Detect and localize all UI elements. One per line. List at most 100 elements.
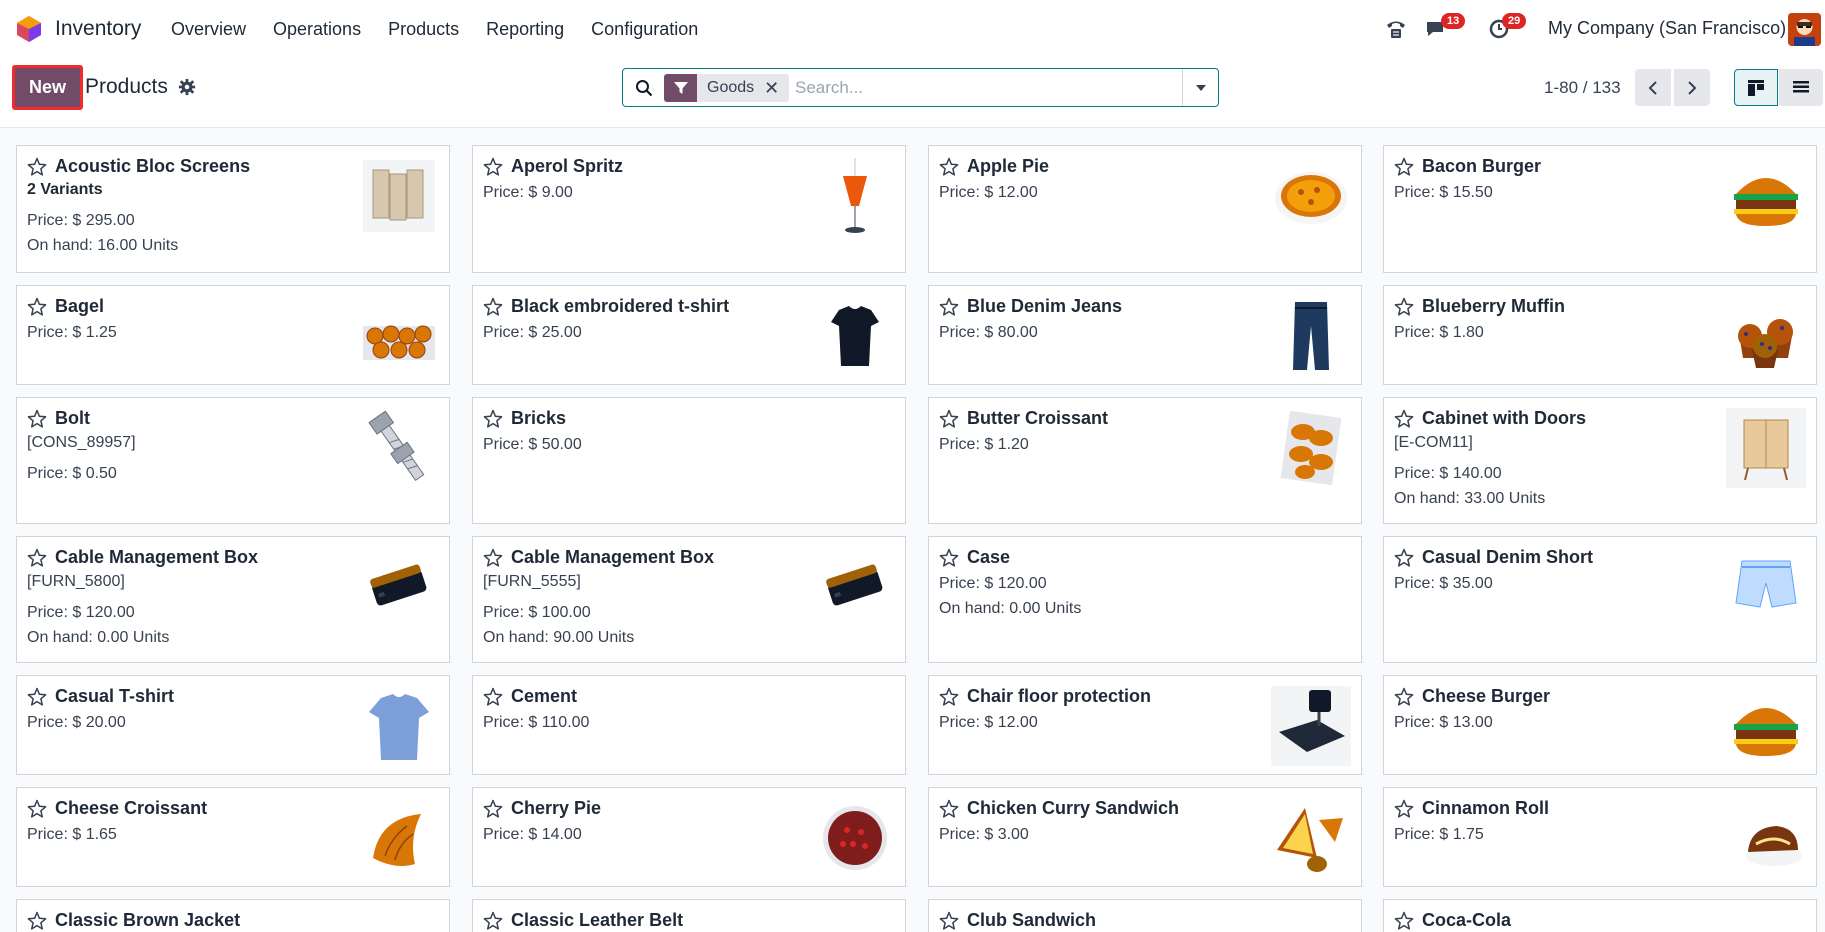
product-card[interactable]: Chicken Curry Sandwich Price: $ 3.00 xyxy=(928,787,1362,887)
favorite-star-icon[interactable] xyxy=(483,409,503,429)
list-icon xyxy=(1793,80,1809,92)
search-facet: Goods ✕ xyxy=(664,74,790,102)
favorite-star-icon[interactable] xyxy=(27,687,47,707)
user-avatar[interactable] xyxy=(1788,13,1821,46)
app-name[interactable]: Inventory xyxy=(55,17,141,41)
product-card[interactable]: Blue Denim Jeans Price: $ 80.00 xyxy=(928,285,1362,385)
favorite-star-icon[interactable] xyxy=(939,911,959,931)
product-image xyxy=(370,564,427,606)
product-card[interactable]: Cable Management Box [FURN_5800] Price: $ … xyxy=(16,536,450,663)
product-card[interactable]: Club Sandwich xyxy=(928,899,1362,932)
product-card[interactable]: Casual T-shirt Price: $ 20.00 xyxy=(16,675,450,775)
product-name: Blue Denim Jeans xyxy=(967,296,1123,316)
favorite-star-icon[interactable] xyxy=(483,157,503,177)
product-card[interactable]: Casual Denim Short Price: $ 35.00 xyxy=(1383,536,1817,663)
product-card[interactable]: Classic Brown Jacket xyxy=(16,899,450,932)
favorite-star-icon[interactable] xyxy=(483,297,503,317)
main-menu: Overview Operations Products Reporting C… xyxy=(171,19,725,40)
menu-reporting[interactable]: Reporting xyxy=(486,19,564,40)
search-options-toggle[interactable] xyxy=(1182,69,1218,106)
favorite-star-icon[interactable] xyxy=(939,687,959,707)
product-card[interactable]: Cherry Pie Price: $ 14.00 xyxy=(472,787,906,887)
remove-facet-icon[interactable]: ✕ xyxy=(764,74,789,102)
product-name: Cheese Burger xyxy=(1422,686,1551,706)
product-price: Price: $ 1.75 xyxy=(1394,826,1484,843)
product-card[interactable]: Aperol Spritz Price: $ 9.00 xyxy=(472,145,906,273)
list-view-button[interactable] xyxy=(1779,69,1823,106)
menu-operations[interactable]: Operations xyxy=(273,19,361,40)
favorite-star-icon[interactable] xyxy=(483,548,503,568)
favorite-star-icon[interactable] xyxy=(27,409,47,429)
product-card[interactable]: Apple Pie Price: $ 12.00 xyxy=(928,145,1362,273)
product-card[interactable]: Cheese Croissant Price: $ 1.65 xyxy=(16,787,450,887)
pager-next-button[interactable] xyxy=(1674,69,1710,106)
product-name: Bricks xyxy=(511,408,567,428)
favorite-star-icon[interactable] xyxy=(1394,799,1414,819)
favorite-star-icon[interactable] xyxy=(1394,548,1414,568)
search-bar: Goods ✕ xyxy=(622,68,1219,107)
product-price: Price: $ 1.20 xyxy=(939,436,1029,453)
product-card[interactable]: Cement Price: $ 110.00 xyxy=(472,675,906,775)
product-image xyxy=(1726,408,1806,488)
filter-icon xyxy=(664,74,697,102)
product-card[interactable]: Chair floor protection Price: $ 12.00 xyxy=(928,675,1362,775)
product-card[interactable]: Case Price: $ 120.00 On hand: 0.00 Units xyxy=(928,536,1362,663)
top-navbar: Inventory Overview Operations Products R… xyxy=(0,0,1825,58)
favorite-star-icon[interactable] xyxy=(483,799,503,819)
menu-products[interactable]: Products xyxy=(388,19,459,40)
menu-configuration[interactable]: Configuration xyxy=(591,19,698,40)
favorite-star-icon[interactable] xyxy=(939,409,959,429)
product-card[interactable]: Bolt [CONS_89957] Price: $ 0.50 xyxy=(16,397,450,524)
company-switcher[interactable]: My Company (San Francisco) xyxy=(1548,18,1786,39)
product-card[interactable]: Cable Management Box [FURN_5555] Price: $ … xyxy=(472,536,906,663)
favorite-star-icon[interactable] xyxy=(27,157,47,177)
product-card[interactable]: Acoustic Bloc Screens 2 Variants Price: $ … xyxy=(16,145,450,273)
product-card[interactable]: Bacon Burger Price: $ 15.50 xyxy=(1383,145,1817,273)
favorite-star-icon[interactable] xyxy=(1394,409,1414,429)
kanban-icon xyxy=(1748,79,1764,96)
app-logo-icon[interactable] xyxy=(16,15,42,43)
product-card[interactable]: Cabinet with Doors [E-COM11] Price: $ 140.… xyxy=(1383,397,1817,524)
pager-value[interactable]: 1-80 / 133 xyxy=(1544,78,1621,98)
product-card[interactable]: Butter Croissant Price: $ 1.20 xyxy=(928,397,1362,524)
product-image xyxy=(368,410,425,482)
product-card[interactable]: Coca-Cola xyxy=(1383,899,1817,932)
favorite-star-icon[interactable] xyxy=(939,548,959,568)
favorite-star-icon[interactable] xyxy=(939,799,959,819)
product-card[interactable]: Bagel Price: $ 1.25 xyxy=(16,285,450,385)
favorite-star-icon[interactable] xyxy=(1394,911,1414,931)
product-card[interactable]: Blueberry Muffin Price: $ 1.80 xyxy=(1383,285,1817,385)
menu-overview[interactable]: Overview xyxy=(171,19,246,40)
favorite-star-icon[interactable] xyxy=(27,548,47,568)
favorite-star-icon[interactable] xyxy=(939,157,959,177)
product-variants: 2 Variants xyxy=(27,181,103,198)
product-card[interactable]: Black embroidered t-shirt Price: $ 25.00 xyxy=(472,285,906,385)
kanban-view-button[interactable] xyxy=(1734,69,1778,106)
favorite-star-icon[interactable] xyxy=(483,911,503,931)
favorite-star-icon[interactable] xyxy=(27,297,47,317)
favorite-star-icon[interactable] xyxy=(1394,687,1414,707)
product-price: Price: $ 295.00 xyxy=(27,212,135,229)
product-card[interactable]: Cheese Burger Price: $ 13.00 xyxy=(1383,675,1817,775)
favorite-star-icon[interactable] xyxy=(1394,297,1414,317)
favorite-star-icon[interactable] xyxy=(483,687,503,707)
favorite-star-icon[interactable] xyxy=(1394,157,1414,177)
search-icon[interactable] xyxy=(635,79,653,97)
new-button[interactable]: New xyxy=(12,65,83,110)
search-input[interactable] xyxy=(795,76,1155,100)
product-card[interactable]: Classic Leather Belt xyxy=(472,899,906,932)
favorite-star-icon[interactable] xyxy=(939,297,959,317)
gear-icon[interactable] xyxy=(178,78,196,96)
product-name: Cinnamon Roll xyxy=(1422,798,1549,818)
favorite-star-icon[interactable] xyxy=(27,911,47,931)
product-name: Cheese Croissant xyxy=(55,798,208,818)
product-name: Black embroidered t-shirt xyxy=(511,296,730,316)
phone-icon[interactable] xyxy=(1384,17,1408,41)
product-price: Price: $ 1.65 xyxy=(27,826,117,843)
product-card[interactable]: Bricks Price: $ 50.00 xyxy=(472,397,906,524)
product-price: Price: $ 12.00 xyxy=(939,184,1038,201)
product-card[interactable]: Cinnamon Roll Price: $ 1.75 xyxy=(1383,787,1817,887)
favorite-star-icon[interactable] xyxy=(27,799,47,819)
product-name: Coca-Cola xyxy=(1422,910,1512,930)
pager-previous-button[interactable] xyxy=(1635,69,1671,106)
